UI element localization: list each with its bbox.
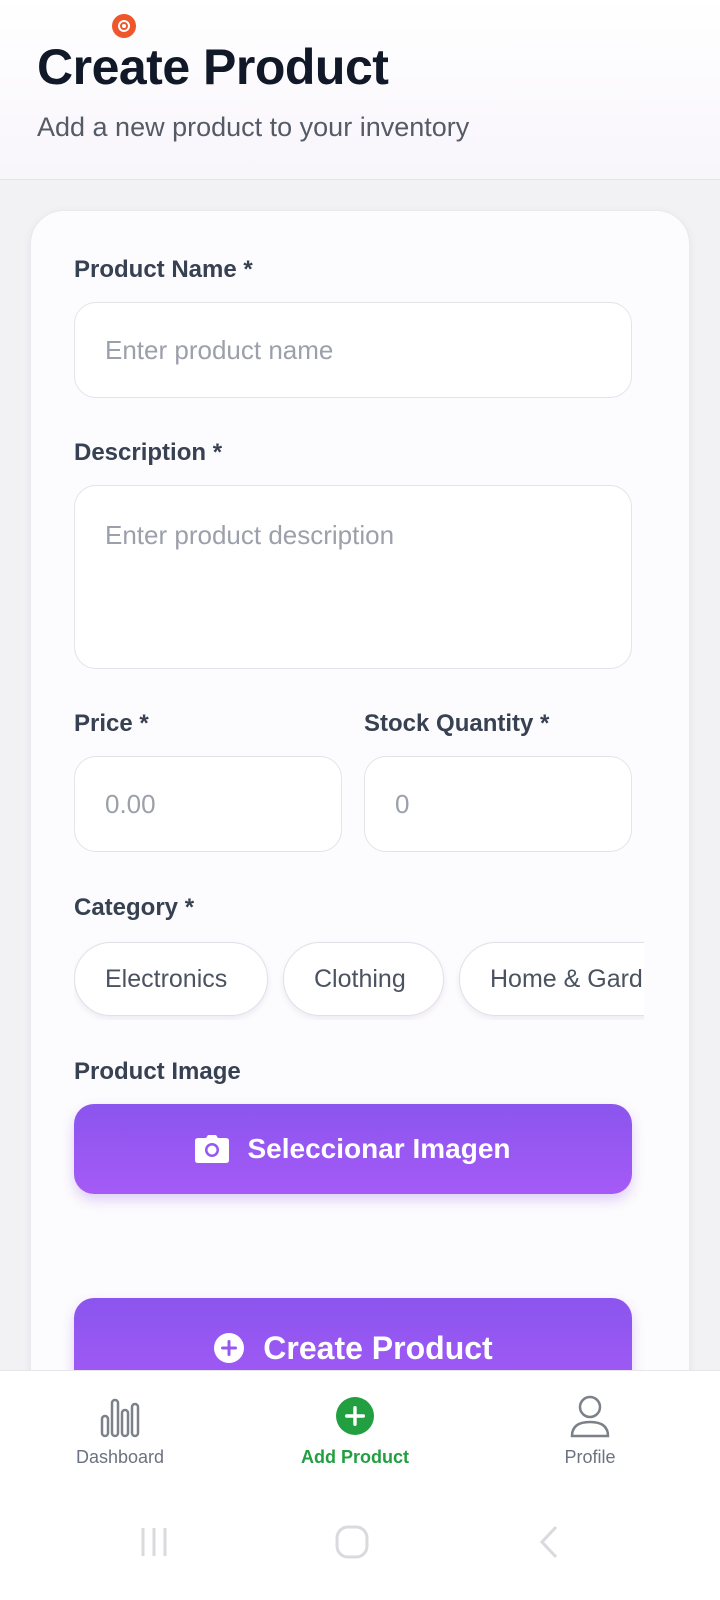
product-name-placeholder: Enter product name (105, 334, 334, 365)
back-icon[interactable] (530, 1522, 570, 1562)
nav-item-dashboard[interactable]: Dashboard (0, 1371, 240, 1491)
description-textarea[interactable]: Enter product description (74, 485, 632, 669)
plus-circle-icon (331, 1393, 379, 1439)
stock-quantity-label: Stock Quantity * (364, 710, 550, 737)
home-icon[interactable] (332, 1522, 372, 1562)
nav-label-dashboard: Dashboard (75, 1447, 165, 1467)
plus-circle-icon (213, 1332, 245, 1364)
description-placeholder: Enter product description (105, 520, 395, 550)
description-label: Description * (74, 439, 223, 466)
category-chip-home-garden[interactable]: Home & Garden (459, 942, 644, 1016)
stock-quantity-placeholder: 0 (395, 788, 410, 819)
select-image-label: Seleccionar Imagen (247, 1133, 511, 1164)
page-header: Create Product Add a new product to your… (0, 0, 720, 180)
nav-item-add-product[interactable]: Add Product (235, 1371, 475, 1491)
price-label: Price * (74, 710, 149, 737)
bottom-navigation: Dashboard Add Product Profile (0, 1370, 720, 1490)
camera-icon (195, 1135, 230, 1163)
system-navigation-bar (0, 1490, 720, 1600)
category-chip-row[interactable]: Electronics Clothing Home & Garden (74, 940, 644, 1020)
price-placeholder: 0.00 (105, 788, 156, 819)
page-subtitle: Add a new product to your inventory (37, 112, 470, 142)
select-image-button[interactable]: Seleccionar Imagen (74, 1104, 632, 1194)
stock-quantity-input[interactable]: 0 (364, 756, 632, 852)
category-chip-clothing[interactable]: Clothing (283, 942, 444, 1016)
page-title: Create Product (37, 39, 389, 95)
product-name-input[interactable]: Enter product name (74, 302, 632, 398)
user-icon (566, 1393, 614, 1439)
nav-item-profile[interactable]: Profile (470, 1371, 710, 1491)
create-product-label: Create Product (263, 1329, 493, 1366)
recording-indicator-icon (112, 14, 136, 38)
product-name-label: Product Name * (74, 256, 253, 283)
recent-apps-icon[interactable] (134, 1522, 174, 1562)
category-chip-electronics[interactable]: Electronics (74, 942, 268, 1016)
bar-chart-icon (96, 1393, 144, 1439)
category-label: Category * (74, 894, 195, 921)
price-input[interactable]: 0.00 (74, 756, 342, 852)
product-image-label: Product Image (74, 1058, 241, 1085)
nav-label-add-product: Add Product (301, 1447, 409, 1467)
nav-label-profile: Profile (564, 1447, 616, 1467)
